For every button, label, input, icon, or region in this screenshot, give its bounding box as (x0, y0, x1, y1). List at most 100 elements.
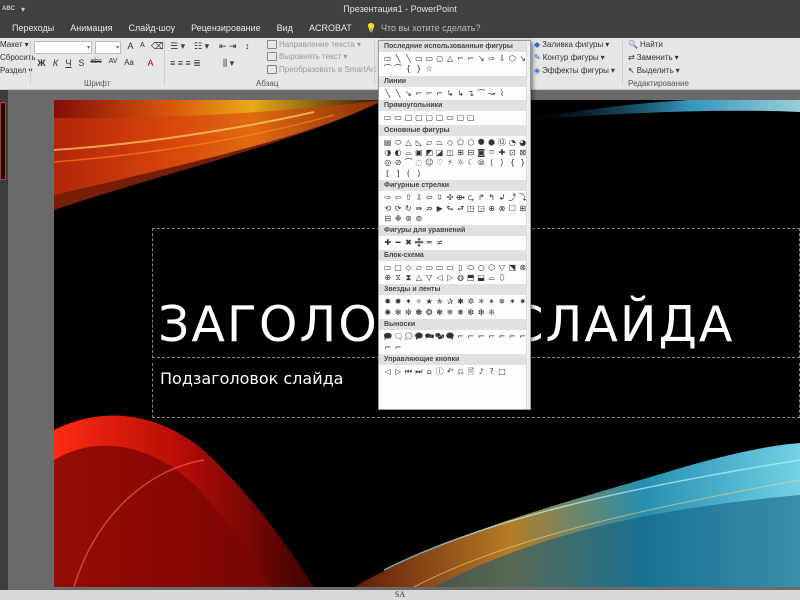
shape-option[interactable]: ╲ (404, 54, 413, 63)
shape-option[interactable]: ❃ (435, 308, 444, 317)
shape-option[interactable]: ⌇ (497, 89, 506, 98)
shape-option[interactable]: ❈ (487, 308, 496, 317)
shape-option[interactable]: 🗭 (414, 332, 423, 341)
shape-option[interactable]: ╲ (383, 89, 392, 98)
shape-option[interactable]: ⏮ (404, 367, 413, 376)
shape-option[interactable]: ⓘ (435, 367, 444, 376)
shape-option[interactable]: ⌒ (393, 64, 402, 73)
shape-option[interactable]: ▱ (425, 138, 434, 147)
shape-option[interactable]: ⯃ (477, 138, 486, 147)
shape-option[interactable]: ▯ (456, 263, 465, 272)
shape-option[interactable]: ✺ (383, 308, 392, 317)
shape-option[interactable]: ▢ (404, 113, 413, 122)
shape-outline-button[interactable]: ✎ Контур фигуры ▾ (534, 53, 605, 62)
shape-option[interactable]: ⊗ (497, 204, 506, 213)
shape-option[interactable]: ⬭ (393, 138, 402, 147)
indent-buttons[interactable]: ⇤ ⇥ (219, 41, 237, 52)
shape-option[interactable]: ❅ (456, 308, 465, 317)
shape-option[interactable]: ⊕ (383, 273, 392, 282)
shape-option[interactable]: ▷ (393, 367, 402, 376)
shape-option[interactable]: ⊛ (404, 214, 413, 223)
shape-option[interactable]: ↱ (477, 193, 486, 202)
shape-option[interactable]: ▤ (383, 138, 392, 147)
layout-button[interactable]: Макет ▾ (0, 40, 29, 49)
shape-option[interactable]: ⌐ (414, 89, 423, 98)
shape-option[interactable]: ( (404, 169, 413, 178)
change-case-button[interactable]: Aa (122, 58, 136, 67)
shape-option[interactable]: □ (497, 367, 506, 376)
shape-option[interactable]: ⌐ (456, 54, 465, 63)
shape-option[interactable]: ⌂ (425, 367, 434, 376)
shape-option[interactable]: ⊚ (414, 214, 423, 223)
shape-option[interactable]: ╲ (393, 89, 402, 98)
shape-option[interactable]: ≠ (435, 238, 444, 247)
shape-option[interactable]: ✽ (414, 308, 423, 317)
shape-option[interactable]: ◁ (435, 273, 444, 282)
shape-option[interactable]: ◍ (456, 273, 465, 282)
shape-option[interactable]: ▭ (445, 263, 454, 272)
shape-option[interactable]: ═ (425, 238, 434, 247)
tell-me-box[interactable]: 💡 Что вы хотите сделать? (360, 23, 481, 34)
char-spacing-button[interactable]: AV (106, 58, 120, 65)
shape-option[interactable]: ✳ (477, 297, 486, 306)
shape-option[interactable]: ⮐ (456, 204, 465, 213)
shape-option[interactable]: ⇩ (414, 193, 423, 202)
gallery-scrollbar[interactable] (526, 41, 530, 409)
shape-option[interactable]: ▭ (425, 263, 434, 272)
shape-option[interactable]: 🗫 (435, 332, 444, 341)
shape-option[interactable]: ⌒ (383, 64, 392, 73)
shape-option[interactable]: ▶ (435, 204, 444, 213)
columns-button[interactable]: ⫼ ▾ (223, 58, 234, 69)
shape-option[interactable]: ⊡ (508, 148, 517, 157)
shape-option[interactable]: ⇨ (383, 193, 392, 202)
shape-option[interactable]: ✣ (445, 193, 454, 202)
shape-option[interactable]: 🗬 (445, 332, 454, 341)
shape-option[interactable]: ▢ (425, 113, 434, 122)
shape-option[interactable]: ✰ (445, 297, 454, 306)
shape-option[interactable]: ⌐ (487, 332, 496, 341)
shape-option[interactable]: ⧗ (404, 273, 413, 282)
shape-option[interactable]: ⌒ (477, 89, 486, 98)
shape-option[interactable]: ↳ (456, 89, 465, 98)
shadow-button[interactable]: S (76, 58, 87, 68)
shape-option[interactable]: ▱ (414, 263, 423, 272)
shape-option[interactable]: ▢ (414, 113, 423, 122)
shape-option[interactable]: ❄ (445, 308, 454, 317)
shape-option[interactable]: ↶ (445, 367, 454, 376)
shape-option[interactable]: ✦ (404, 297, 413, 306)
shape-option[interactable]: ⬡ (466, 138, 475, 147)
shape-option[interactable]: ▢ (466, 113, 475, 122)
shrink-font-button[interactable]: A (137, 42, 148, 49)
shape-option[interactable]: ☾ (466, 158, 475, 167)
tab-slideshow[interactable]: Слайд-шоу (120, 18, 183, 38)
shape-option[interactable]: ◙ (477, 148, 486, 157)
shape-option[interactable]: ⌐ (466, 332, 475, 341)
select-button[interactable]: ↖ Выделить ▾ (628, 66, 680, 75)
shape-option[interactable]: ⌒ (404, 158, 413, 167)
shape-option[interactable]: ⟴ (456, 193, 465, 202)
shape-option[interactable]: 🗨 (393, 332, 402, 341)
tab-transitions[interactable]: Переходы (4, 18, 62, 38)
smartart-button[interactable]: Преобразовать в SmartArt▾ (267, 65, 382, 74)
shape-option[interactable]: ◑ (383, 148, 392, 157)
shape-option[interactable]: ⬓ (477, 273, 486, 282)
shape-option[interactable]: ⌐ (425, 89, 434, 98)
shape-option[interactable]: ✼ (404, 308, 413, 317)
shape-option[interactable]: ⑫ (497, 138, 506, 147)
shape-option[interactable]: ━ (393, 238, 402, 247)
shape-option[interactable]: ⊕ (487, 204, 496, 213)
shape-option[interactable]: △ (445, 54, 454, 63)
shape-option[interactable]: ❆ (466, 308, 475, 317)
tab-view[interactable]: Вид (269, 18, 301, 38)
shape-option[interactable]: ★ (425, 297, 434, 306)
shape-fill-button[interactable]: ◆ Заливка фигуры ▾ (534, 40, 609, 49)
shape-option[interactable]: ❂ (425, 308, 434, 317)
shape-option[interactable]: ✚ (497, 148, 506, 157)
shape-option[interactable]: ✻ (393, 308, 402, 317)
shape-option[interactable]: ◔ (508, 138, 517, 147)
shape-option[interactable]: ⬒ (466, 273, 475, 282)
shape-option[interactable]: ▽ (497, 263, 506, 272)
font-color-button[interactable]: A (145, 58, 156, 68)
shape-option[interactable]: ❇ (477, 308, 486, 317)
shape-option[interactable]: ☆ (425, 64, 434, 73)
